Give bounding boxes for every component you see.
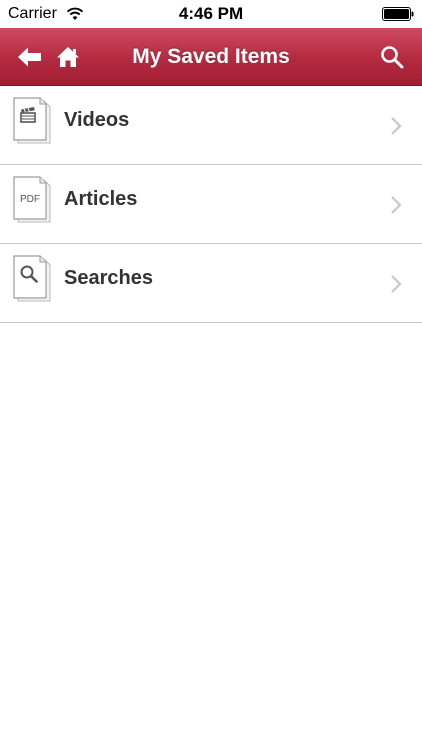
pdf-icon-label: PDF [20, 194, 40, 205]
pdf-document-icon: PDF [13, 176, 51, 223]
chevron-right-icon [391, 196, 402, 214]
back-button[interactable] [10, 28, 50, 86]
list-item-label: Searches [64, 267, 153, 289]
list-item-label: Articles [64, 188, 138, 210]
saved-items-list: Videos PDF Articles Searches [0, 86, 422, 323]
home-button[interactable] [48, 28, 88, 86]
search-document-icon [13, 255, 51, 302]
list-item-articles[interactable]: PDF Articles [0, 165, 422, 244]
list-item-searches[interactable]: Searches [0, 244, 422, 323]
list-item-videos[interactable]: Videos [0, 86, 422, 165]
nav-bar: My Saved Items [0, 28, 422, 86]
list-item-label: Videos [64, 109, 130, 131]
search-button[interactable] [372, 28, 412, 86]
search-icon [381, 46, 404, 69]
home-icon [57, 47, 79, 67]
back-arrow-icon [18, 47, 41, 67]
video-document-icon [13, 97, 51, 144]
status-time: 4:46 PM [178, 4, 244, 23]
chevron-right-icon [391, 275, 402, 293]
battery-icon [382, 7, 414, 21]
chevron-right-icon [391, 117, 402, 135]
status-bar: Carrier 4:46 PM [0, 0, 422, 28]
